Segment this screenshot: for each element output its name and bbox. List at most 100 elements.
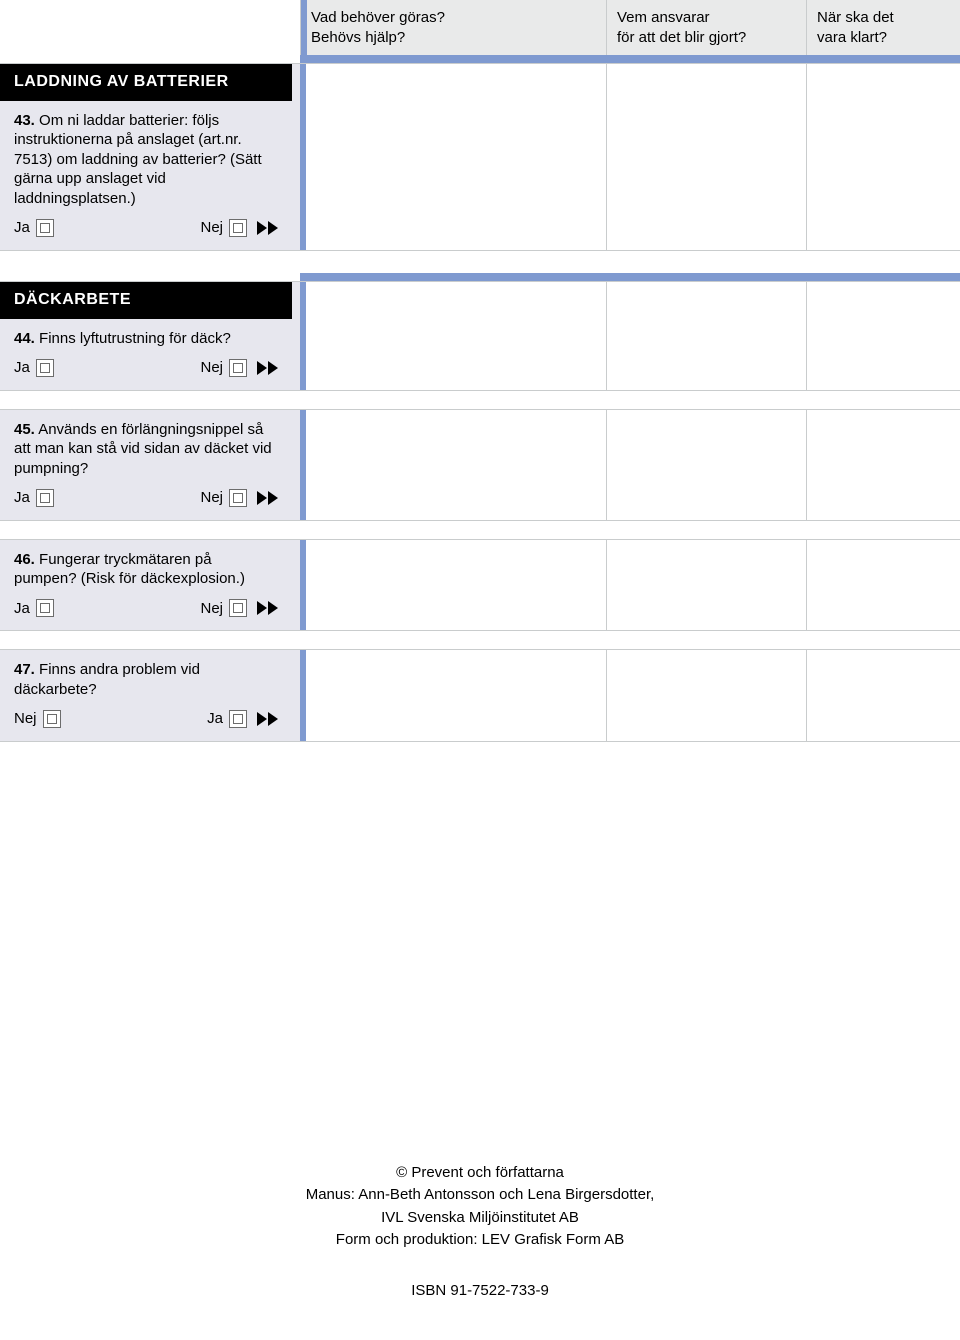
q43-ja-label: Ja: [14, 218, 30, 238]
checkbox-icon[interactable]: [36, 219, 54, 237]
checkbox-icon[interactable]: [229, 219, 247, 237]
q43-deadline-cell[interactable]: [806, 63, 960, 251]
q43-responsible-cell[interactable]: [606, 63, 806, 251]
gap: [0, 251, 960, 273]
gap: [0, 521, 960, 539]
q47-ja-block[interactable]: Ja: [207, 709, 278, 729]
q47-text: 47. Finns andra problem vid däckarbete?: [0, 650, 292, 705]
page: Vad behöver göras? Behövs hjälp? Vem ans…: [0, 0, 960, 1332]
checkbox-icon[interactable]: [229, 359, 247, 377]
forward-arrows-icon: [257, 712, 278, 726]
header-col-actions-l1: Vad behöver göras?: [311, 9, 445, 26]
header-col-actions: Vad behöver göras? Behövs hjälp?: [300, 0, 606, 55]
forward-arrows-icon: [257, 491, 278, 505]
q44-nej-block[interactable]: Nej: [200, 358, 278, 378]
q47-row: 47. Finns andra problem vid däckarbete? …: [0, 649, 960, 742]
q44-ja-label: Ja: [14, 358, 30, 378]
q45-answers: Ja Nej: [0, 484, 292, 520]
q47-answers: Nej Ja: [0, 705, 292, 741]
footer-isbn: ISBN 91-7522-733-9: [0, 1280, 960, 1303]
gap: [0, 391, 960, 409]
q45-text: 45. Används en förlängningsnippel så att…: [0, 410, 292, 485]
q43-body: Om ni laddar batterier: följs instruktio…: [14, 112, 262, 207]
q45-row: 45. Används en förlängningsnippel så att…: [0, 409, 960, 521]
q47-ja-label: Ja: [207, 709, 223, 729]
q43-number: 43.: [14, 112, 35, 129]
header-empty-left: [0, 0, 300, 55]
q45-number: 45.: [14, 421, 35, 438]
q44-nej-label: Nej: [200, 358, 223, 378]
blue-bar: [0, 273, 960, 281]
q45-left: 45. Används en förlängningsnippel så att…: [0, 409, 300, 521]
q45-actions-cell[interactable]: [300, 409, 606, 521]
header-row: Vad behöver göras? Behövs hjälp? Vem ans…: [0, 0, 960, 55]
q47-left: 47. Finns andra problem vid däckarbete? …: [0, 649, 300, 742]
q46-ja-block[interactable]: Ja: [14, 599, 54, 619]
header-col-responsible-l1: Vem ansvarar: [617, 9, 710, 26]
q44-body: Finns lyftutrustning för däck?: [39, 330, 231, 347]
checkbox-icon[interactable]: [36, 599, 54, 617]
q45-ja-block[interactable]: Ja: [14, 488, 54, 508]
q43-nej-block[interactable]: Nej: [200, 218, 278, 238]
checkbox-icon[interactable]: [229, 489, 247, 507]
footer-copyright: © Prevent och författarna: [0, 1162, 960, 1185]
q45-nej-label: Nej: [200, 488, 223, 508]
q44-ja-block[interactable]: Ja: [14, 358, 54, 378]
header-col-deadline: När ska det vara klart?: [806, 0, 960, 55]
q46-ja-label: Ja: [14, 599, 30, 619]
q47-deadline-cell[interactable]: [806, 649, 960, 742]
q47-body: Finns andra problem vid däckarbete?: [14, 661, 200, 698]
q46-answers: Ja Nej: [0, 595, 292, 631]
footer-org: IVL Svenska Miljöinstitutet AB: [0, 1207, 960, 1230]
section-batteries-left: LADDNING AV BATTERIER 43. Om ni laddar b…: [0, 63, 300, 251]
checkbox-icon[interactable]: [36, 489, 54, 507]
q45-body: Används en förlängningsnippel så att man…: [14, 421, 272, 477]
q46-actions-cell[interactable]: [300, 539, 606, 632]
q44-responsible-cell[interactable]: [606, 281, 806, 391]
q47-responsible-cell[interactable]: [606, 649, 806, 742]
footer-manus: Manus: Ann-Beth Antonsson och Lena Birge…: [0, 1184, 960, 1207]
header-col-deadline-l2: vara klart?: [817, 29, 887, 46]
q46-body: Fungerar tryckmätaren på pumpen? (Risk f…: [14, 551, 245, 588]
q45-nej-block[interactable]: Nej: [200, 488, 278, 508]
checkbox-icon[interactable]: [229, 710, 247, 728]
section-batteries: LADDNING AV BATTERIER 43. Om ni laddar b…: [0, 63, 960, 251]
q47-actions-cell[interactable]: [300, 649, 606, 742]
forward-arrows-icon: [257, 361, 278, 375]
q46-nej-block[interactable]: Nej: [200, 599, 278, 619]
checkbox-icon[interactable]: [229, 599, 247, 617]
q43-actions-cell[interactable]: [300, 63, 606, 251]
checkbox-icon[interactable]: [36, 359, 54, 377]
checkbox-icon[interactable]: [43, 710, 61, 728]
q44-number: 44.: [14, 330, 35, 347]
q44-deadline-cell[interactable]: [806, 281, 960, 391]
q44-text: 44. Finns lyftutrustning för däck?: [0, 319, 292, 355]
q46-number: 46.: [14, 551, 35, 568]
q44-actions-cell[interactable]: [300, 281, 606, 391]
q46-deadline-cell[interactable]: [806, 539, 960, 632]
q45-deadline-cell[interactable]: [806, 409, 960, 521]
q47-nej-label: Nej: [14, 709, 37, 729]
q43-text: 43. Om ni laddar batterier: följs instru…: [0, 101, 292, 215]
q45-responsible-cell[interactable]: [606, 409, 806, 521]
header-col-deadline-l1: När ska det: [817, 9, 894, 26]
q47-number: 47.: [14, 661, 35, 678]
forward-arrows-icon: [257, 221, 278, 235]
section-batteries-title: LADDNING AV BATTERIER: [0, 64, 292, 101]
q43-answers: Ja Nej: [0, 214, 292, 250]
section-tires-title: DÄCKARBETE: [0, 282, 292, 319]
footer-form: Form och produktion: LEV Grafisk Form AB: [0, 1229, 960, 1252]
q43-nej-label: Nej: [200, 218, 223, 238]
q43-ja-block[interactable]: Ja: [14, 218, 54, 238]
q44-answers: Ja Nej: [0, 354, 292, 390]
blue-bar: [0, 55, 960, 63]
q46-nej-label: Nej: [200, 599, 223, 619]
gap: [0, 631, 960, 649]
q46-text: 46. Fungerar tryckmätaren på pumpen? (Ri…: [0, 540, 292, 595]
section-tires-left: DÄCKARBETE 44. Finns lyftutrustning för …: [0, 281, 300, 391]
header-col-responsible-l2: för att det blir gjort?: [617, 29, 746, 46]
q46-row: 46. Fungerar tryckmätaren på pumpen? (Ri…: [0, 539, 960, 632]
q46-responsible-cell[interactable]: [606, 539, 806, 632]
q47-nej-block[interactable]: Nej: [14, 709, 61, 729]
q45-ja-label: Ja: [14, 488, 30, 508]
